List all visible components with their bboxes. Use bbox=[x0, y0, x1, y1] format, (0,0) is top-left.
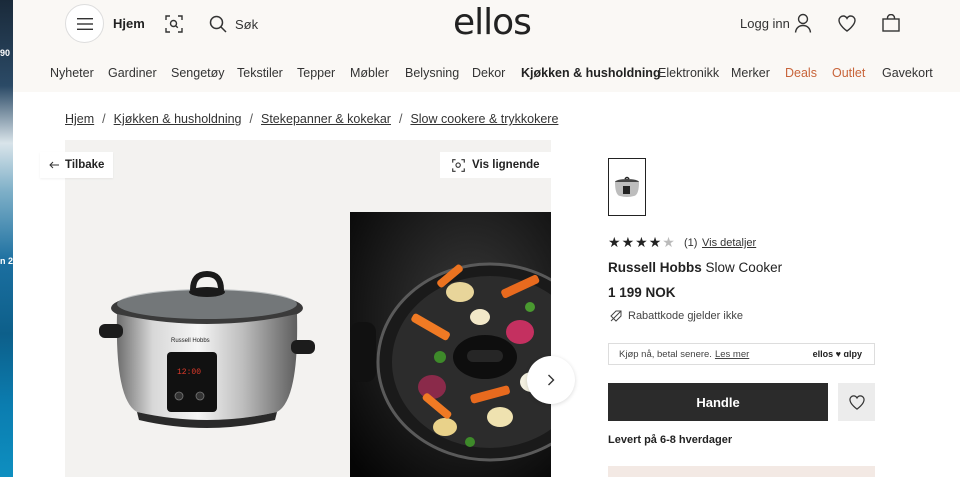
next-image-button[interactable] bbox=[527, 356, 575, 404]
site-header: Hjem Søk ellos Logg inn Nyheter Gardiner… bbox=[13, 0, 960, 92]
slow-cooker-image[interactable]: 12:00 Russell Hobbs bbox=[97, 270, 317, 435]
thumbnail-image bbox=[615, 176, 639, 197]
breadcrumb-item[interactable]: Slow cookere & trykkokere bbox=[410, 112, 558, 126]
show-similar-label: Vis lignende bbox=[472, 159, 540, 171]
product-brand[interactable]: Russell Hobbs bbox=[608, 260, 702, 275]
category-tekstiler[interactable]: Tekstiler bbox=[237, 66, 283, 80]
image-search-icon bbox=[452, 158, 465, 172]
category-outlet[interactable]: Outlet bbox=[832, 66, 865, 80]
product-thumbnail[interactable] bbox=[608, 158, 646, 216]
back-button[interactable]: Tilbake bbox=[40, 152, 114, 178]
installment-banner: Kjøp nå, betal senere. Les mer ellos ♥ ɑ… bbox=[608, 343, 875, 365]
category-gardiner[interactable]: Gardiner bbox=[108, 66, 157, 80]
star-icon: ★ bbox=[648, 234, 662, 250]
product-title: Russell Hobbs Slow Cooker bbox=[608, 260, 782, 275]
star-icon: ★ bbox=[621, 234, 635, 250]
star-empty-icon: ★ bbox=[662, 234, 675, 250]
breadcrumb: Hjem / Kjøkken & husholdning / Stekepanner &… bbox=[65, 112, 558, 126]
category-sengetoy[interactable]: Sengetøy bbox=[171, 66, 225, 80]
promo-note: Rabattkode gjelder ikke bbox=[610, 310, 743, 322]
read-more-link[interactable]: Les mer bbox=[715, 349, 749, 360]
buy-button[interactable]: Handle bbox=[608, 383, 828, 421]
discount-off-icon bbox=[610, 310, 622, 322]
wishlist-button[interactable] bbox=[838, 383, 875, 421]
back-label: Tilbake bbox=[65, 159, 105, 171]
product-price: 1 199 NOK bbox=[608, 285, 676, 300]
breadcrumb-separator: / bbox=[249, 112, 253, 126]
category-dekor[interactable]: Dekor bbox=[472, 66, 505, 80]
payment-logos: ellos ♥ ɑlpy bbox=[812, 349, 862, 359]
site-logo[interactable]: ellos bbox=[453, 2, 532, 43]
chevron-right-icon bbox=[548, 374, 555, 386]
login-link[interactable]: Logg inn bbox=[740, 16, 790, 31]
category-tepper[interactable]: Tepper bbox=[297, 66, 335, 80]
background-text: 90 bbox=[0, 48, 11, 58]
user-icon[interactable] bbox=[794, 13, 812, 33]
product-name: Slow Cooker bbox=[705, 260, 783, 275]
view-details-link[interactable]: Vis detaljer bbox=[702, 237, 756, 249]
category-merker[interactable]: Merker bbox=[731, 66, 770, 80]
cooker-display: 12:00 bbox=[177, 368, 201, 377]
heart-icon bbox=[848, 394, 865, 410]
rating-count: (1) bbox=[684, 237, 698, 249]
bag-icon[interactable] bbox=[882, 14, 900, 32]
category-kjokken[interactable]: Kjøkken & husholdning bbox=[521, 66, 661, 80]
breadcrumb-separator: / bbox=[102, 112, 106, 126]
breadcrumb-item[interactable]: Hjem bbox=[65, 112, 94, 126]
heart-icon[interactable] bbox=[838, 15, 856, 32]
background-text: n 2 bbox=[0, 256, 13, 266]
image-search-icon[interactable] bbox=[165, 15, 183, 33]
rating-stars[interactable]: ★ ★ ★ ★ ★ bbox=[608, 235, 675, 249]
category-mobler[interactable]: Møbler bbox=[350, 66, 389, 80]
food-photo bbox=[350, 212, 551, 477]
category-nav: Nyheter Gardiner Sengetøy Tekstiler Tepp… bbox=[13, 66, 960, 84]
cooker-food-image[interactable] bbox=[350, 212, 551, 477]
category-belysning[interactable]: Belysning bbox=[405, 66, 459, 80]
delivery-info: Levert på 6-8 hverdager bbox=[608, 434, 733, 446]
promo-note-text: Rabattkode gjelder ikke bbox=[628, 310, 743, 322]
breadcrumb-item[interactable]: Kjøkken & husholdning bbox=[114, 112, 242, 126]
product-page: Hjem Søk ellos Logg inn Nyheter Gardiner… bbox=[13, 0, 960, 477]
installment-text: Kjøp nå, betal senere. bbox=[619, 348, 712, 360]
hamburger-icon bbox=[76, 17, 93, 30]
category-nyheter[interactable]: Nyheter bbox=[50, 66, 94, 80]
search-icon[interactable] bbox=[209, 15, 227, 33]
breadcrumb-item[interactable]: Stekepanner & kokekar bbox=[261, 112, 391, 126]
category-deals[interactable]: Deals bbox=[785, 66, 817, 80]
search-input[interactable]: Søk bbox=[235, 17, 258, 32]
breadcrumb-separator: / bbox=[398, 112, 403, 126]
star-icon: ★ bbox=[608, 234, 621, 250]
home-link[interactable]: Hjem bbox=[113, 16, 145, 31]
background-window-strip: 90 n 2 bbox=[0, 0, 13, 477]
show-similar-button[interactable]: Vis lignende bbox=[440, 152, 552, 178]
category-elektronikk[interactable]: Elektronikk bbox=[658, 66, 719, 80]
cooker-brand-text: Russell Hobbs bbox=[171, 338, 210, 344]
star-icon: ★ bbox=[635, 234, 648, 250]
category-gavekort[interactable]: Gavekort bbox=[882, 66, 933, 80]
arrow-left-icon bbox=[49, 161, 59, 169]
info-banner bbox=[608, 466, 875, 477]
menu-button[interactable] bbox=[65, 4, 104, 43]
